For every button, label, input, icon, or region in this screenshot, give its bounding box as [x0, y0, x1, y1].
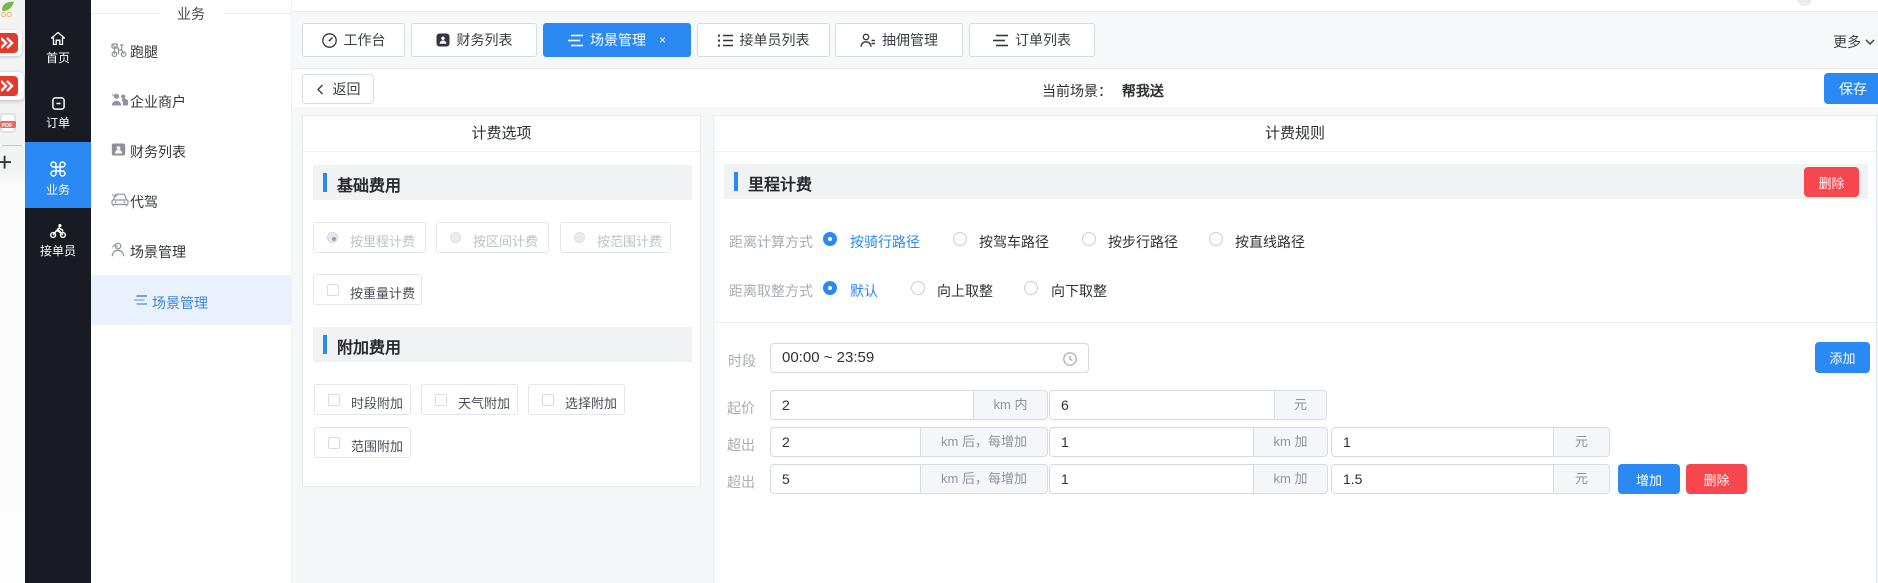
svg-text:PDF: PDF: [2, 123, 14, 129]
svg-text:GO: GO: [1, 12, 12, 18]
